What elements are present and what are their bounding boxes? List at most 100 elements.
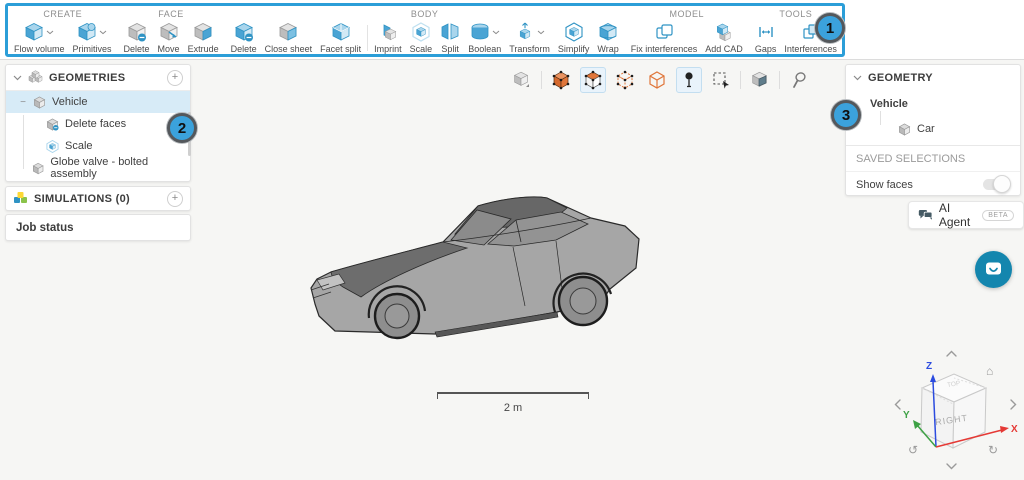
imprint-button[interactable]: Imprint	[370, 20, 406, 54]
y-axis-label: Y	[903, 410, 910, 421]
viewport-toolbar-separator	[541, 71, 542, 89]
top-toolbar: CREATE Flow volume Pri	[0, 0, 1024, 60]
primitives-button[interactable]: Primitives	[69, 20, 116, 54]
group-label-create: CREATE	[43, 9, 82, 20]
toolbar-group-model: MODEL Fix interferences Add CAD	[627, 7, 747, 53]
select-face-button[interactable]	[580, 67, 606, 93]
simplify-icon	[564, 22, 584, 42]
select-volume-button[interactable]	[548, 67, 574, 93]
tree-item-label: Vehicle	[870, 98, 908, 110]
render-mode-button[interactable]	[509, 67, 535, 93]
box-select-button[interactable]	[708, 67, 734, 93]
simulations-header[interactable]: SIMULATIONS (0) +	[6, 187, 190, 210]
body-delete-icon	[234, 22, 254, 42]
viewport-toolbar-separator	[740, 71, 741, 89]
select-face-icon	[583, 70, 603, 90]
split-icon	[440, 22, 460, 42]
facet-split-button[interactable]: Facet split	[316, 20, 365, 54]
chevron-down-icon	[492, 30, 500, 35]
body-delete-button[interactable]: Delete	[227, 20, 261, 54]
select-vertex-icon	[647, 70, 667, 90]
close-sheet-button[interactable]: Close sheet	[261, 20, 317, 54]
car-body-icon	[898, 123, 911, 136]
simulations-icon	[13, 191, 28, 206]
split-button[interactable]: Split	[436, 20, 464, 54]
home-view-icon[interactable]: ⌂	[986, 364, 993, 378]
gaps-button[interactable]: Gaps	[751, 20, 781, 54]
orientation-widget[interactable]: ⌂ ↺ ↻ TOP RIGHT Z Y X	[890, 348, 1022, 480]
flow-volume-icon	[24, 22, 44, 42]
chevron-down-icon	[99, 30, 107, 35]
add-simulation-button[interactable]: +	[167, 191, 183, 207]
saved-selections-label: SAVED SELECTIONS	[856, 153, 965, 165]
geometries-header[interactable]: GEOMETRIES +	[6, 65, 190, 91]
collapse-toggle[interactable]: −	[19, 97, 27, 108]
chat-bubble-icon	[983, 259, 1004, 280]
primitives-icon	[77, 22, 97, 42]
geometry-header[interactable]: GEOMETRY	[846, 65, 1020, 91]
face-extrude-icon	[193, 22, 213, 42]
chevron-down-icon	[537, 30, 545, 35]
select-vertex-button[interactable]	[644, 67, 670, 93]
transform-button[interactable]: Transform	[505, 20, 554, 54]
add-cad-icon	[714, 22, 734, 42]
body-scale-icon	[411, 22, 431, 42]
rotate-ccw-icon[interactable]: ↺	[908, 443, 918, 457]
rotate-cw-icon[interactable]: ↻	[988, 443, 998, 457]
rotate-up-chevron[interactable]	[947, 352, 956, 357]
toolbar-group-face: FACE Delete Move Extrude	[120, 7, 223, 53]
rotate-left-chevron[interactable]	[896, 400, 901, 409]
tree-item-delete-faces[interactable]: Delete faces	[6, 113, 190, 135]
add-cad-button[interactable]: Add CAD	[701, 20, 747, 54]
simplify-button[interactable]: Simplify	[554, 20, 594, 54]
tree-connector	[880, 111, 881, 125]
annotation-step-2: 2	[167, 113, 197, 143]
measure-button[interactable]	[786, 67, 812, 93]
add-geometry-button[interactable]: +	[167, 70, 183, 86]
fix-interferences-icon	[654, 22, 674, 42]
tree-item-globe-valve[interactable]: Globe valve - bolted assembly	[6, 157, 190, 179]
show-faces-toggle[interactable]	[983, 179, 1008, 190]
boolean-button[interactable]: Boolean	[464, 20, 505, 54]
face-move-button[interactable]: Move	[154, 20, 184, 54]
beta-badge: BETA	[982, 210, 1014, 221]
group-label-face: FACE	[158, 9, 184, 20]
select-edge-button[interactable]	[612, 67, 638, 93]
facet-split-icon	[331, 22, 351, 42]
tree-item-car[interactable]: Car	[846, 117, 1020, 141]
chevron-down-icon	[13, 75, 22, 81]
hide-body-button[interactable]	[747, 67, 773, 93]
select-volume-icon	[551, 70, 571, 90]
probe-point-button[interactable]	[676, 67, 702, 93]
delete-faces-icon	[46, 118, 59, 131]
select-edge-icon	[615, 70, 635, 90]
scale-button[interactable]: Scale	[406, 20, 437, 54]
vehicle-geometry-icon	[33, 96, 46, 109]
tree-item-label: Delete faces	[65, 118, 126, 130]
support-chat-button[interactable]	[975, 251, 1012, 288]
flow-volume-button[interactable]: Flow volume	[10, 20, 69, 54]
ai-agent-button[interactable]: AI Agent BETA	[908, 201, 1024, 229]
tree-item-label: Globe valve - bolted assembly	[50, 156, 190, 180]
job-status-panel[interactable]: Job status	[5, 214, 191, 241]
tree-item-vehicle[interactable]: − Vehicle	[6, 91, 190, 113]
ai-agent-label: AI Agent	[939, 201, 976, 229]
rotate-down-chevron[interactable]	[947, 464, 956, 469]
annotation-step-3: 3	[831, 100, 861, 130]
car-3d-model[interactable]	[305, 184, 650, 344]
tree-item-vehicle-right[interactable]: Vehicle	[846, 91, 1020, 117]
fix-interferences-button[interactable]: Fix interferences	[627, 20, 702, 54]
rotate-right-chevron[interactable]	[1011, 400, 1016, 409]
saved-selections-header[interactable]: SAVED SELECTIONS	[846, 145, 1020, 171]
face-extrude-button[interactable]: Extrude	[184, 20, 223, 54]
group-label-body: BODY	[411, 9, 439, 20]
tree-item-scale[interactable]: Scale	[6, 135, 190, 157]
wrap-button[interactable]: Wrap	[593, 20, 622, 54]
viewport-toolbar-separator	[779, 71, 780, 89]
show-faces-row: Show faces	[846, 171, 1020, 197]
geometries-panel: GEOMETRIES + − Vehicle Delete faces Scal…	[5, 64, 191, 182]
viewport-toolbar	[509, 67, 812, 93]
probe-point-icon	[679, 70, 699, 90]
annotation-step-1: 1	[815, 13, 845, 43]
face-delete-button[interactable]: Delete	[120, 20, 154, 54]
